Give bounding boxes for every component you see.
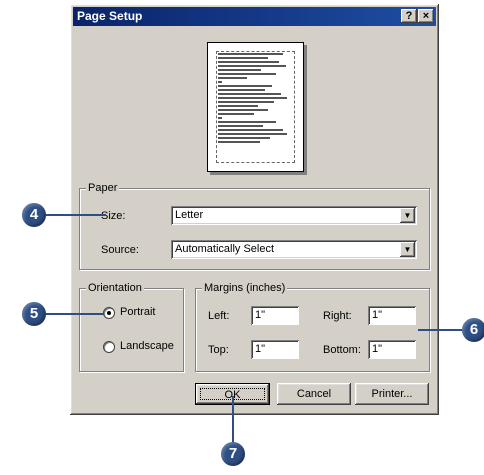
orientation-group: Orientation [79,282,184,372]
margins-group-label: Margins (inches) [202,282,288,294]
top-margin-label: Top: [208,344,229,356]
right-margin-label: Right: [323,310,352,322]
cancel-button[interactable]: Cancel [277,383,351,405]
callout-6-badge: 6 [462,318,484,342]
title-bar[interactable]: Page Setup ? × [73,7,436,26]
callout-5-leader [42,313,104,315]
printer-button[interactable]: Printer... [355,383,429,405]
callout-7-leader [232,396,234,446]
margins-group: Margins (inches) [195,282,430,372]
help-button[interactable]: ? [401,9,417,23]
callout-4-leader [42,214,106,216]
preview-text-lines [218,53,290,145]
bottom-margin-label: Bottom: [323,344,361,356]
page-preview [207,42,304,172]
chevron-down-icon[interactable]: ▼ [400,242,415,257]
size-select-value: Letter [175,209,204,221]
bottom-margin-input[interactable]: 1" [368,340,416,359]
portrait-radio[interactable] [103,307,115,319]
left-margin-label: Left: [208,310,230,322]
landscape-label[interactable]: Landscape [120,340,174,352]
callout-5-badge: 5 [22,302,46,326]
paper-group-label: Paper [86,182,120,194]
dialog-title: Page Setup [77,9,143,23]
callout-6-leader [418,329,468,331]
portrait-label[interactable]: Portrait [120,306,155,318]
source-label: Source: [101,244,139,256]
close-button[interactable]: × [418,9,434,23]
source-select-value: Automatically Select [175,243,275,255]
top-margin-input[interactable]: 1" [251,340,299,359]
right-margin-input[interactable]: 1" [368,306,416,325]
source-select[interactable]: Automatically Select ▼ [171,240,417,259]
size-label: Size: [101,210,126,222]
cancel-button-label: Cancel [296,388,332,400]
bottom-margin-value: 1" [372,343,383,355]
callout-7-badge: 7 [221,442,245,466]
page-setup-dialog: Page Setup ? × Paper Size: Letter ▼ Sour… [70,4,439,415]
right-margin-value: 1" [372,309,383,321]
chevron-down-icon[interactable]: ▼ [400,208,415,223]
left-margin-input[interactable]: 1" [251,306,299,325]
printer-button-label: Printer... [371,388,413,400]
left-margin-value: 1" [255,309,266,321]
landscape-radio[interactable] [103,341,115,353]
size-select[interactable]: Letter ▼ [171,206,417,225]
orientation-group-label: Orientation [86,282,144,294]
top-margin-value: 1" [255,343,266,355]
callout-4-badge: 4 [22,203,46,227]
